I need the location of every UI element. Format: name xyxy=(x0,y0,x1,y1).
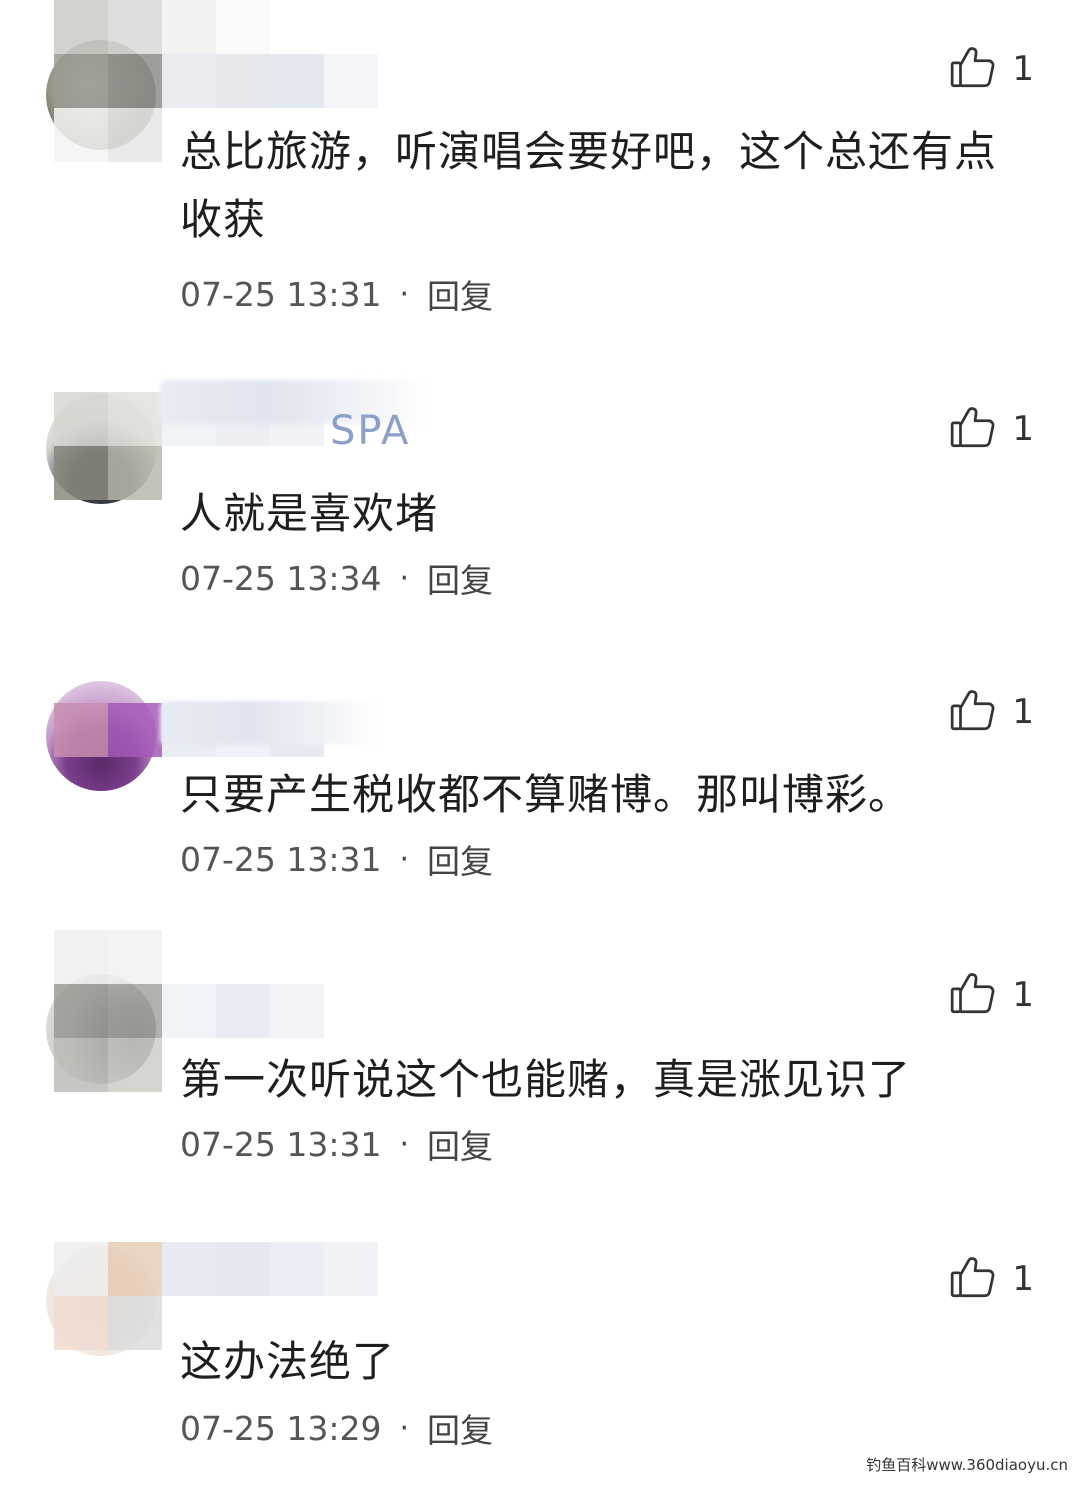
like-button[interactable]: 1 xyxy=(948,968,1034,1022)
reply-button[interactable]: 回复 xyxy=(427,554,493,602)
comment-text: 第一次听说这个也能赌，真是涨见识了 xyxy=(180,1055,912,1104)
like-count: 1 xyxy=(1012,409,1034,449)
thumbs-up-icon xyxy=(948,685,998,739)
comment-meta: 07-25 13:31 · 回复 xyxy=(180,1120,493,1168)
comment-meta: 07-25 13:29 · 回复 xyxy=(180,1404,493,1452)
comment-meta: 07-25 13:31 · 回复 xyxy=(180,835,493,883)
meta-separator: · xyxy=(399,560,410,596)
like-button[interactable]: 1 xyxy=(948,42,1034,96)
thumbs-up-icon xyxy=(948,1252,998,1306)
reply-button[interactable]: 回复 xyxy=(427,270,493,318)
comment-item: 1 总比旅游，听演唱会要好吧，这个总还有点收获 07-25 13:31 · 回复 xyxy=(0,0,1080,330)
comment-time: 07-25 13:31 xyxy=(180,839,382,879)
username-fragment: SPA xyxy=(330,408,411,454)
comment-time: 07-25 13:29 xyxy=(180,1408,382,1448)
comment-item: 1 只要产生税收都不算赌博。那叫博彩。 07-25 13:31 · 回复 xyxy=(0,665,1080,905)
reply-button[interactable]: 回复 xyxy=(427,1120,493,1168)
like-count: 1 xyxy=(1012,692,1034,732)
thumbs-up-icon xyxy=(948,42,998,96)
comment-item: SPA 1 人就是喜欢堵 07-25 13:34 · 回复 xyxy=(0,370,1080,620)
meta-separator: · xyxy=(399,276,410,312)
comment-text: 人就是喜欢堵 xyxy=(180,489,439,538)
meta-separator: · xyxy=(399,841,410,877)
like-count: 1 xyxy=(1012,1259,1034,1299)
comment-meta: 07-25 13:34 · 回复 xyxy=(180,554,493,602)
reply-button[interactable]: 回复 xyxy=(427,835,493,883)
reply-button[interactable]: 回复 xyxy=(427,1404,493,1452)
comment-time: 07-25 13:31 xyxy=(180,1124,382,1164)
like-count: 1 xyxy=(1012,49,1034,89)
comment-time: 07-25 13:34 xyxy=(180,558,382,598)
comment-time: 07-25 13:31 xyxy=(180,274,382,314)
like-count: 1 xyxy=(1012,975,1034,1015)
thumbs-up-icon xyxy=(948,402,998,456)
thumbs-up-icon xyxy=(948,968,998,1022)
comment-item: 1 第一次听说这个也能赌，真是涨见识了 07-25 13:31 · 回复 xyxy=(0,930,1080,1180)
like-button[interactable]: 1 xyxy=(948,402,1034,456)
comment-text: 这办法绝了 xyxy=(180,1337,396,1386)
username-blur xyxy=(160,701,380,745)
watermark: 钓鱼百科www.360diaoyu.cn xyxy=(866,1456,1068,1474)
like-button[interactable]: 1 xyxy=(948,685,1034,739)
like-button[interactable]: 1 xyxy=(948,1252,1034,1306)
meta-separator: · xyxy=(399,1126,410,1162)
comment-item: 1 这办法绝了 07-25 13:29 · 回复 xyxy=(0,1220,1080,1480)
comment-text: 只要产生税收都不算赌博。那叫博彩。 xyxy=(180,770,912,819)
comment-text: 总比旅游，听演唱会要好吧，这个总还有点收获 xyxy=(180,127,998,244)
comment-meta: 07-25 13:31 · 回复 xyxy=(180,270,493,318)
meta-separator: · xyxy=(399,1410,410,1446)
